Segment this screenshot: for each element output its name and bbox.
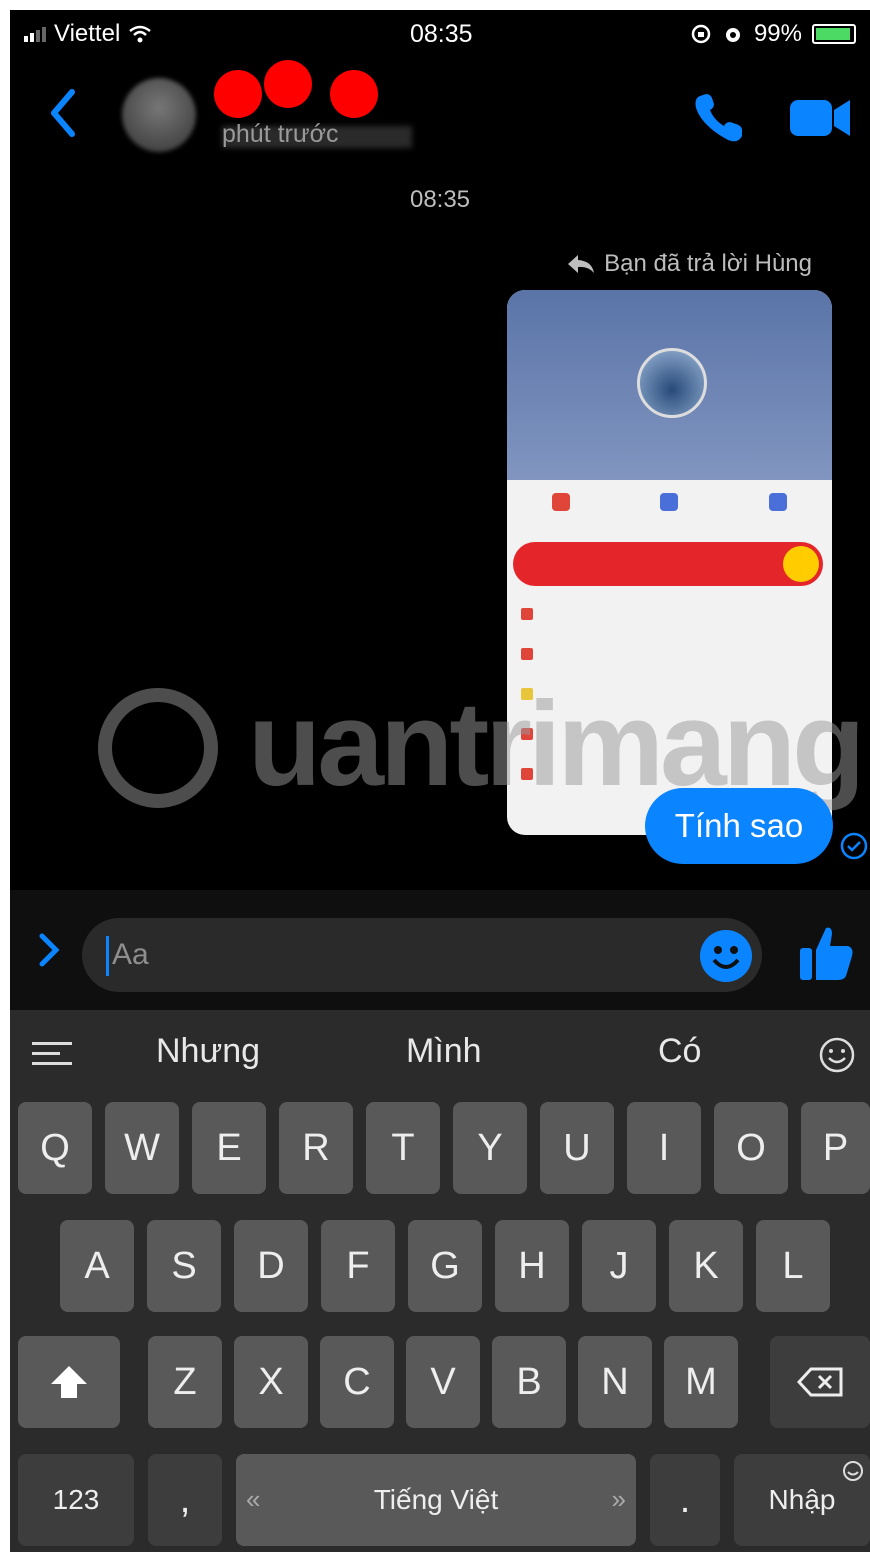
sent-message-bubble[interactable]: Tính sao bbox=[645, 788, 833, 864]
chevron-right-icon: » bbox=[611, 1484, 626, 1514]
key-v[interactable]: V bbox=[406, 1336, 480, 1428]
return-key[interactable]: Nhập bbox=[734, 1454, 870, 1546]
keyboard-menu-icon[interactable] bbox=[32, 1042, 72, 1066]
key-u[interactable]: U bbox=[540, 1102, 614, 1194]
small-smile-icon bbox=[843, 1461, 863, 1481]
numbers-key[interactable]: 123 bbox=[18, 1454, 134, 1546]
key-j[interactable]: J bbox=[582, 1220, 656, 1312]
seen-check-icon bbox=[840, 832, 868, 860]
suggestion-2[interactable]: Mình bbox=[406, 1032, 482, 1071]
lightbulb-logo-icon bbox=[98, 688, 218, 808]
key-s[interactable]: S bbox=[147, 1220, 221, 1312]
chevron-left-icon: « bbox=[246, 1484, 261, 1514]
thumbs-up-icon[interactable] bbox=[798, 924, 854, 982]
avatar[interactable] bbox=[122, 78, 196, 152]
phone-call-icon[interactable] bbox=[690, 90, 746, 146]
shift-arrow-icon bbox=[51, 1366, 87, 1398]
keyboard: Nhưng Mình Có Q W E R T Y U I O P A S D … bbox=[10, 1010, 870, 1552]
expand-chevron-icon[interactable] bbox=[38, 932, 60, 968]
key-g[interactable]: G bbox=[408, 1220, 482, 1312]
video-call-icon[interactable] bbox=[788, 96, 852, 140]
space-key-label: Tiếng Việt bbox=[373, 1484, 499, 1515]
key-r[interactable]: R bbox=[279, 1102, 353, 1194]
period-key[interactable]: . bbox=[650, 1454, 720, 1546]
key-y[interactable]: Y bbox=[453, 1102, 527, 1194]
messenger-screen: Viettel 08:35 99% phút trước 08:35 Bạn đ… bbox=[10, 10, 870, 1552]
reply-arrow-icon bbox=[568, 255, 595, 273]
image-profile-circle bbox=[637, 348, 707, 418]
battery-icon bbox=[812, 24, 856, 44]
space-key[interactable]: « Tiếng Việt » bbox=[236, 1454, 636, 1546]
emoji-icon[interactable] bbox=[700, 930, 752, 982]
key-n[interactable]: N bbox=[578, 1336, 652, 1428]
redaction-dots bbox=[210, 60, 400, 130]
shift-key[interactable] bbox=[18, 1336, 120, 1428]
wifi-icon bbox=[129, 25, 152, 43]
conversation-header: phút trước bbox=[10, 60, 870, 170]
key-o[interactable]: O bbox=[714, 1102, 788, 1194]
clock: 08:35 bbox=[410, 20, 473, 48]
numbers-key-label: 123 bbox=[52, 1484, 100, 1515]
key-x[interactable]: X bbox=[234, 1336, 308, 1428]
key-q[interactable]: Q bbox=[18, 1102, 92, 1194]
key-d[interactable]: D bbox=[234, 1220, 308, 1312]
status-bar: Viettel 08:35 99% bbox=[10, 10, 870, 60]
key-b[interactable]: B bbox=[492, 1336, 566, 1428]
text-caret bbox=[106, 936, 109, 976]
return-key-label: Nhập bbox=[768, 1484, 836, 1515]
status-right: 99% bbox=[690, 20, 856, 48]
suggestion-3[interactable]: Có bbox=[658, 1032, 701, 1071]
key-l[interactable]: L bbox=[756, 1220, 830, 1312]
suggestion-bar: Nhưng Mình Có bbox=[10, 1010, 870, 1090]
key-t[interactable]: T bbox=[366, 1102, 440, 1194]
backspace-icon bbox=[797, 1367, 843, 1397]
message-composer: Aa bbox=[10, 890, 870, 1010]
key-e[interactable]: E bbox=[192, 1102, 266, 1194]
backspace-key[interactable] bbox=[770, 1336, 870, 1428]
comma-key[interactable]: , bbox=[148, 1454, 222, 1546]
image-icon-row bbox=[507, 485, 832, 535]
image-go-badge bbox=[783, 546, 819, 582]
rotation-lock-icon bbox=[691, 24, 711, 44]
back-chevron-icon[interactable] bbox=[48, 88, 76, 138]
key-h[interactable]: H bbox=[495, 1220, 569, 1312]
message-input[interactable] bbox=[82, 918, 762, 992]
keyboard-emoji-icon[interactable] bbox=[818, 1036, 856, 1074]
carrier-name: Viettel bbox=[54, 20, 121, 47]
key-p[interactable]: P bbox=[801, 1102, 870, 1194]
reply-note: Bạn đã trả lời Hùng bbox=[566, 250, 812, 278]
key-i[interactable]: I bbox=[627, 1102, 701, 1194]
key-c[interactable]: C bbox=[320, 1336, 394, 1428]
message-timestamp: 08:35 bbox=[409, 186, 471, 213]
key-a[interactable]: A bbox=[60, 1220, 134, 1312]
image-red-banner bbox=[513, 542, 823, 586]
key-z[interactable]: Z bbox=[148, 1336, 222, 1428]
reply-note-text: Bạn đã trả lời Hùng bbox=[604, 250, 812, 277]
signal-icon bbox=[24, 26, 46, 42]
key-w[interactable]: W bbox=[105, 1102, 179, 1194]
battery-percent: 99% bbox=[753, 20, 802, 47]
key-m[interactable]: M bbox=[664, 1336, 738, 1428]
key-f[interactable]: F bbox=[321, 1220, 395, 1312]
alarm-icon bbox=[725, 28, 740, 42]
carrier: Viettel bbox=[24, 20, 152, 48]
key-k[interactable]: K bbox=[669, 1220, 743, 1312]
message-input-placeholder: Aa bbox=[112, 938, 149, 971]
suggestion-1[interactable]: Nhưng bbox=[156, 1032, 260, 1071]
